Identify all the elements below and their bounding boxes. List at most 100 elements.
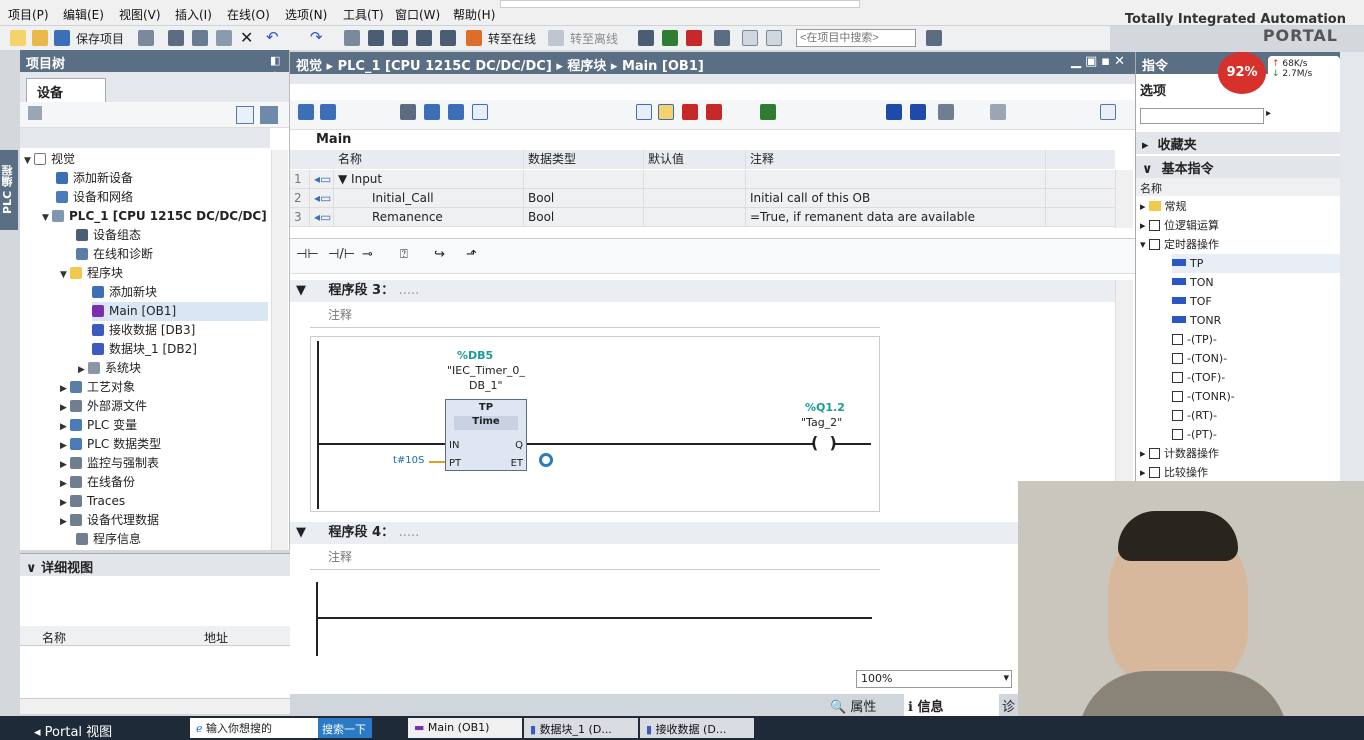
menu-project[interactable]: 项目(P): [8, 6, 49, 23]
undo-icon[interactable]: ↶: [266, 28, 279, 46]
web-search-input[interactable]: ℯ 输入你想搜的: [190, 718, 318, 738]
instr-ton[interactable]: TON: [1172, 273, 1214, 292]
plc-programming-side-tab[interactable]: PLC 编程: [0, 150, 18, 230]
tree-item-main-ob1[interactable]: Main [OB1]: [92, 302, 268, 321]
tree-item-program-blocks[interactable]: ▼ 程序块: [60, 264, 123, 283]
search-next-icon[interactable]: ▸: [1266, 108, 1271, 119]
breadcrumb-main[interactable]: Main [OB1]: [622, 59, 704, 74]
download-icon[interactable]: [368, 30, 384, 46]
diagnostics-tab[interactable]: 诊: [1002, 696, 1015, 715]
comment-icon[interactable]: [472, 104, 488, 120]
collapse-icon[interactable]: [448, 104, 464, 120]
detail-view-header[interactable]: ∨ 详细视图: [20, 554, 290, 576]
tree-item-device-config[interactable]: 设备组态: [76, 226, 141, 245]
breadcrumb-plc[interactable]: PLC_1 [CPU 1215C DC/DC/DC]: [338, 59, 552, 74]
tree-scrollbar[interactable]: [271, 150, 288, 550]
instr-tonr-coil[interactable]: -(TONR)-: [1172, 387, 1235, 406]
go-offline-button[interactable]: 转至离线: [570, 30, 618, 47]
window-controls[interactable]: ▁▣▪✕: [1071, 54, 1129, 69]
task-tab-db2[interactable]: ▮ 数据块_1 (D...: [524, 718, 638, 738]
monitor-icon[interactable]: [658, 104, 674, 120]
instr-tof-coil[interactable]: -(TOF)-: [1172, 368, 1225, 387]
expand-icon[interactable]: [424, 104, 440, 120]
tree-item-plc-datatypes[interactable]: ▶ PLC 数据类型: [60, 435, 161, 454]
paste-icon[interactable]: [216, 30, 232, 46]
instr-ton-coil[interactable]: -(TON)-: [1172, 349, 1227, 368]
tree-add-icon[interactable]: [260, 106, 278, 124]
tree-item-db2[interactable]: 数据块_1 [DB2]: [92, 340, 197, 359]
info-tab[interactable]: ℹ 信息: [904, 694, 999, 716]
search-icon[interactable]: [926, 30, 942, 46]
tree-item-tech-objects[interactable]: ▶ 工艺对象: [60, 378, 135, 397]
tree-item-external-sources[interactable]: ▶ 外部源文件: [60, 397, 147, 416]
instr-counters[interactable]: ▸ 计数器操作: [1140, 444, 1219, 463]
simulate-icon[interactable]: [416, 30, 432, 46]
open-project-icon[interactable]: [32, 30, 48, 46]
tree-item-add-device[interactable]: 添加新设备: [56, 169, 133, 188]
compile-icon[interactable]: [344, 30, 360, 46]
properties-tab[interactable]: 🔍 属性: [830, 696, 876, 715]
menu-online[interactable]: 在线(O): [227, 6, 270, 23]
tree-item-plc-tags[interactable]: ▶ PLC 变量: [60, 416, 137, 435]
split-h-icon[interactable]: [742, 30, 758, 46]
instruction-search-input[interactable]: [1140, 108, 1264, 124]
insert-network-icon[interactable]: [298, 104, 314, 120]
lock-icon[interactable]: [990, 104, 1006, 120]
step-icon[interactable]: [760, 104, 776, 120]
tree-item-watch-tables[interactable]: ▶ 监控与强制表: [60, 454, 159, 473]
pt-value[interactable]: t#10S: [393, 455, 424, 466]
search-input[interactable]: [796, 29, 916, 47]
tree-item-devices-networks[interactable]: 设备和网络: [56, 188, 133, 207]
tp-timer-block[interactable]: TP Time IN PT Q ET: [445, 399, 527, 471]
task-tab-main[interactable]: ▬ Main (OB1): [408, 718, 522, 738]
menu-tools[interactable]: 工具(T): [343, 6, 384, 23]
breadcrumb-project[interactable]: 视觉: [296, 59, 322, 74]
instr-timers[interactable]: ▾ 定时器操作: [1140, 235, 1219, 254]
settings-icon[interactable]: [938, 104, 954, 120]
no-contact-icon[interactable]: ⊣⊢: [296, 247, 319, 262]
goto-icon[interactable]: [886, 104, 902, 120]
task-cards-rail[interactable]: [1340, 52, 1364, 482]
instr-tonr[interactable]: TONR: [1172, 311, 1221, 330]
overview-icon[interactable]: [236, 106, 254, 124]
table-row[interactable]: 1 ◂▭ ▼ Input: [290, 170, 1115, 189]
instr-general[interactable]: ▸ 常规: [1140, 197, 1187, 216]
open-branch-icon[interactable]: ↪: [434, 247, 445, 262]
tree-item-add-block[interactable]: 添加新块: [92, 283, 157, 302]
timer-instance-name-2[interactable]: DB_1": [469, 379, 503, 392]
tree-item-project[interactable]: ▼ 视觉: [24, 150, 75, 169]
tp-block-type[interactable]: Time: [454, 416, 518, 430]
accessible-devices-icon[interactable]: [638, 30, 654, 46]
network-3-header[interactable]: ▼ 程序段 3： .....: [290, 280, 1115, 302]
nc-contact-icon[interactable]: ⊣/⊢: [328, 247, 355, 262]
breadcrumb-program-blocks[interactable]: 程序块: [567, 59, 606, 74]
tree-item-system-blocks[interactable]: ▶ 系统块: [78, 359, 141, 378]
net-speed-gauge[interactable]: 92%: [1218, 52, 1266, 94]
et-output-marker[interactable]: [539, 453, 553, 467]
stop-icon[interactable]: [440, 30, 456, 46]
interface-scrollbar[interactable]: [1115, 170, 1133, 228]
empty-box-icon[interactable]: ⍰: [400, 247, 408, 262]
basic-instructions-section[interactable]: ∨ 基本指令: [1136, 156, 1340, 178]
tree-item-db3[interactable]: 接收数据 [DB3]: [92, 321, 195, 340]
task-tab-db3[interactable]: ▮ 接收数据 (D...: [640, 718, 754, 738]
tree-filter-icon[interactable]: [28, 106, 42, 120]
tree-item-proxy-data[interactable]: ▶ 设备代理数据: [60, 511, 159, 530]
tree-item-online-backup[interactable]: ▶ 在线备份: [60, 473, 135, 492]
panel-toggle-icon[interactable]: [1100, 104, 1116, 120]
print-icon[interactable]: [138, 30, 154, 46]
instr-rt-coil[interactable]: -(RT)-: [1172, 406, 1217, 425]
back-icon[interactable]: [910, 104, 926, 120]
go-offline-icon[interactable]: [548, 30, 564, 46]
favorites-section[interactable]: ▸ 收藏夹: [1136, 132, 1340, 154]
instr-tof[interactable]: TOF: [1172, 292, 1212, 311]
save-icon[interactable]: [54, 30, 70, 46]
network-3-comment[interactable]: 注释: [328, 306, 352, 323]
instr-bit-logic[interactable]: ▸ 位逻辑运算: [1140, 216, 1219, 235]
output-coil[interactable]: ( ): [811, 433, 837, 452]
menu-insert[interactable]: 插入(I): [175, 6, 212, 23]
instr-pt-coil[interactable]: -(PT)-: [1172, 425, 1217, 444]
redo-icon[interactable]: ↷: [310, 28, 323, 46]
instr-tp-coil[interactable]: -(TP)-: [1172, 330, 1217, 349]
menu-edit[interactable]: 编辑(E): [63, 6, 104, 23]
